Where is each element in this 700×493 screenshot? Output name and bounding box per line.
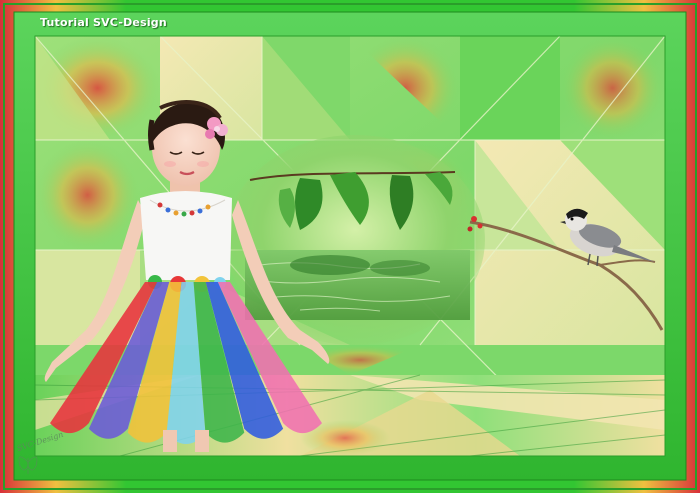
artwork-graphic xyxy=(0,0,700,493)
artwork-canvas: Tutorial SVC-Design SVC-Design xyxy=(0,0,700,493)
leaf-water-scene xyxy=(225,135,485,345)
artwork-title: Tutorial SVC-Design xyxy=(40,16,167,29)
